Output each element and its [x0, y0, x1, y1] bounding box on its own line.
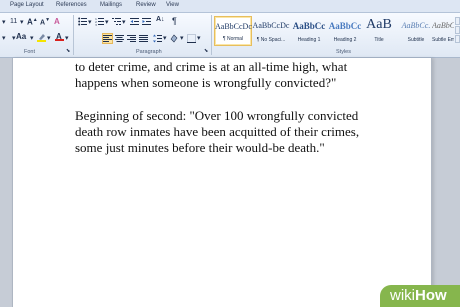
style-preview: AaBbCcDc — [215, 22, 252, 31]
style-name: Title — [374, 37, 384, 43]
align-left-icon[interactable] — [102, 33, 113, 44]
font-color-icon[interactable]: A — [55, 32, 64, 41]
paragraph[interactable]: Beginning of second: "Over 100 wrongfull… — [75, 108, 381, 156]
align-center-icon[interactable] — [115, 34, 124, 43]
style-preview: AaB — [366, 17, 392, 32]
tab-page-layout[interactable]: Page Layout — [10, 2, 44, 8]
style-heading-2[interactable]: AaBbCc Heading 2 — [326, 16, 364, 46]
font-size-dropdown-arrow[interactable]: ▾ — [2, 18, 6, 26]
style-preview: AaBbCcDc — [252, 21, 290, 30]
style-subtitle[interactable]: AaBbCc. Subtitle — [397, 16, 435, 46]
style-normal[interactable]: AaBbCcDc ¶ Normal — [214, 16, 252, 46]
style-heading-1[interactable]: AaBbCc Heading 1 — [290, 16, 328, 46]
style-name: ¶ Normal — [222, 36, 244, 42]
style-preview: AaBbCcL — [432, 21, 454, 30]
chevron-down-icon[interactable]: ▾ — [2, 34, 6, 42]
multilevel-list-icon[interactable] — [112, 17, 121, 26]
group-separator — [211, 15, 212, 55]
gallery-more-icon[interactable] — [455, 35, 460, 43]
font-size-field[interactable]: 11 — [10, 18, 17, 25]
style-name: Subtitle — [407, 37, 425, 43]
chevron-down-icon[interactable]: ▾ — [30, 34, 34, 42]
svg-text:3: 3 — [95, 23, 97, 26]
paragraph-dialog-launcher-icon[interactable]: ⬊ — [204, 48, 208, 54]
group-separator — [73, 15, 74, 55]
ribbon: ▾ 11 ▾ A▲ A▼ A ▾ ▾ Aa ▾ ▾ A ▾ Font ⬊ ▾ 1… — [0, 13, 460, 58]
justify-icon[interactable] — [139, 34, 148, 43]
style-name: Subtle Em — [432, 37, 454, 43]
increase-indent-icon[interactable] — [142, 17, 151, 26]
grow-font-icon[interactable]: A▲ — [27, 17, 38, 27]
bullets-icon[interactable] — [78, 17, 87, 26]
style-name: Heading 1 — [297, 37, 321, 43]
change-case-icon[interactable]: Aa — [16, 32, 26, 41]
shrink-font-icon[interactable]: A▼ — [40, 17, 50, 26]
font-dialog-launcher-icon[interactable]: ⬊ — [66, 48, 70, 54]
numbering-icon[interactable]: 123 — [95, 17, 104, 26]
style-name: ¶ No Spaci... — [256, 37, 286, 43]
watermark-text-how: How — [415, 287, 447, 304]
highlight-color-icon[interactable] — [37, 33, 46, 42]
style-preview: AaBbCc — [292, 21, 326, 31]
chevron-down-icon[interactable]: ▾ — [12, 34, 16, 42]
chevron-down-icon[interactable]: ▾ — [180, 34, 184, 42]
tab-references[interactable]: References — [56, 2, 87, 8]
chevron-down-icon[interactable]: ▾ — [20, 18, 24, 26]
styles-gallery-scroll[interactable] — [455, 17, 460, 45]
shading-icon[interactable] — [170, 34, 179, 43]
align-right-icon[interactable] — [127, 34, 136, 43]
style-name: Heading 2 — [333, 37, 357, 43]
group-label-font: Font — [24, 49, 36, 55]
chevron-down-icon[interactable]: ▾ — [105, 18, 109, 26]
style-preview: AaBbCc. — [401, 21, 431, 30]
borders-icon[interactable] — [187, 34, 196, 43]
group-label-styles: Styles — [336, 49, 351, 55]
chevron-down-icon[interactable]: ▾ — [88, 18, 92, 26]
group-label-paragraph: Paragraph — [136, 49, 162, 55]
sort-icon[interactable]: A↓ — [156, 16, 165, 23]
chevron-down-icon[interactable]: ▾ — [197, 34, 201, 42]
style-title[interactable]: AaB Title — [360, 16, 398, 46]
show-hide-marks-icon[interactable]: ¶ — [172, 16, 177, 26]
chevron-down-icon[interactable]: ▾ — [47, 34, 51, 42]
style-subtle-emphasis[interactable]: AaBbCcL Subtle Em — [432, 16, 454, 46]
decrease-indent-icon[interactable] — [130, 17, 139, 26]
gallery-down-icon[interactable] — [455, 26, 460, 34]
chevron-down-icon[interactable]: ▾ — [163, 34, 167, 42]
line-spacing-icon[interactable] — [153, 34, 162, 43]
chevron-down-icon[interactable]: ▾ — [65, 34, 69, 42]
ribbon-tab-bar: Page Layout References Mailings Review V… — [0, 0, 460, 13]
tab-review[interactable]: Review — [136, 2, 156, 8]
wikihow-watermark-logo: wikiHow — [380, 285, 460, 307]
paragraph[interactable]: to deter crime, and crime is at an all-t… — [75, 59, 381, 91]
gallery-up-icon[interactable] — [455, 17, 460, 25]
chevron-down-icon[interactable]: ▾ — [122, 18, 126, 26]
tab-mailings[interactable]: Mailings — [100, 2, 122, 8]
style-preview: AaBbCc — [328, 21, 362, 31]
clear-formatting-icon[interactable]: A — [54, 17, 60, 26]
style-no-spacing[interactable]: AaBbCcDc ¶ No Spaci... — [252, 16, 290, 46]
tab-view[interactable]: View — [166, 2, 179, 8]
watermark-text-wiki: wiki — [390, 287, 415, 304]
document-page[interactable]: to deter crime, and crime is at an all-t… — [12, 58, 432, 307]
